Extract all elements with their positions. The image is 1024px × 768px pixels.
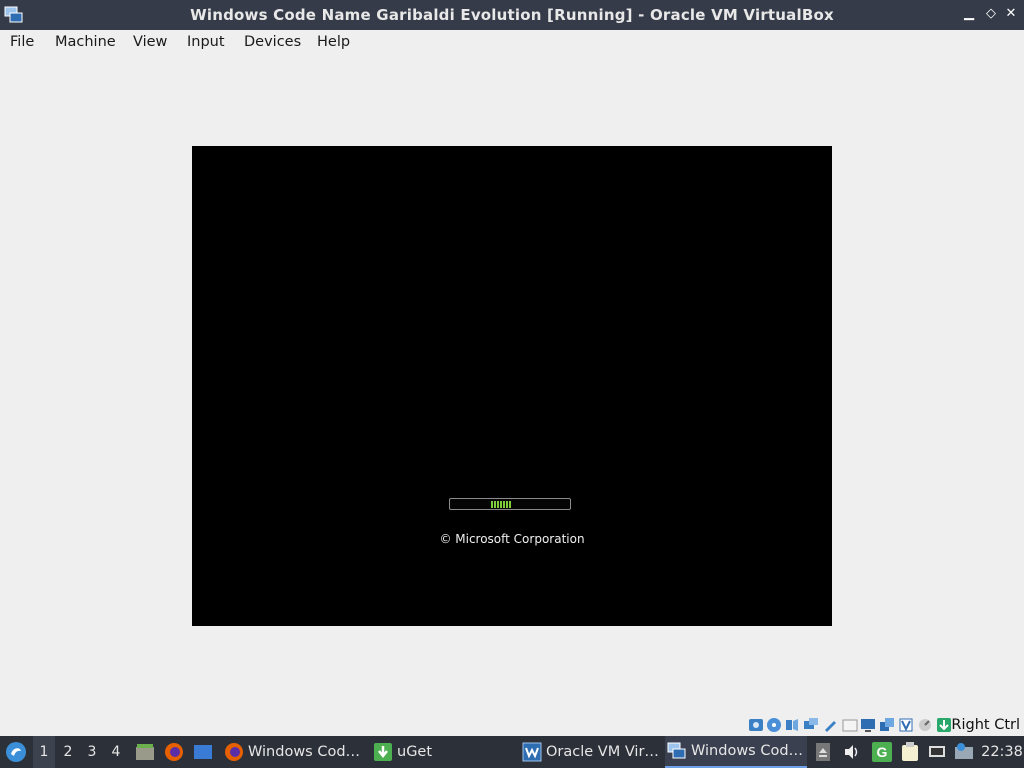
task-uget[interactable]: uGet [371,736,517,768]
progress-segment [491,501,493,508]
volume-button[interactable] [842,736,862,768]
task-label: uGet [397,744,433,760]
eject-button[interactable] [814,736,832,768]
host-key-label[interactable]: Right Ctrl [951,717,1020,733]
virtualbox-manager-icon [522,742,542,762]
menu-help[interactable]: Help [317,34,350,50]
progress-segment [503,501,505,508]
uget-tray-icon: G [872,742,892,762]
mouse-integration-icon[interactable] [936,717,952,733]
workspace-4[interactable]: 4 [105,736,127,768]
workspace-3[interactable]: 3 [81,736,103,768]
progress-segment [494,501,496,508]
window-titlebar[interactable]: Windows Code Name Garibaldi Evolution [R… [0,0,1024,30]
launcher-file-manager[interactable] [134,736,156,768]
task-firefox-window[interactable]: Windows Cod… [222,736,368,768]
vm-status-bar: Right Ctrl [0,714,1024,736]
restore-button[interactable]: ◇ [982,5,1000,23]
updates-icon [955,743,973,759]
launcher-firefox[interactable] [163,736,185,768]
progress-segment [509,501,511,508]
cpu-icon[interactable] [917,717,933,733]
hard-disk-icon[interactable] [748,717,764,733]
optical-drive-icon[interactable] [766,717,782,733]
workspace-1[interactable]: 1 [33,736,55,768]
vm-display[interactable]: © Microsoft Corporation [192,146,832,626]
recording-icon[interactable] [879,717,895,733]
updates-button[interactable] [953,736,975,768]
clipboard-icon [902,742,918,761]
audio-icon[interactable] [784,717,800,733]
workspace-2[interactable]: 2 [57,736,79,768]
close-button[interactable]: ✕ [1002,5,1020,23]
menu-input[interactable]: Input [187,34,225,50]
menu-view[interactable]: View [133,34,167,50]
network-tray-button[interactable] [927,736,947,768]
desktop-icon [194,745,212,759]
task-virtualbox-vm[interactable]: Windows Cod… [665,736,807,768]
network-tray-icon [929,746,945,757]
uget-icon [374,743,392,761]
svg-text:G: G [877,744,888,760]
task-label: Windows Cod… [691,743,804,759]
display-icon[interactable] [860,717,876,733]
shared-folders-icon[interactable] [842,717,858,733]
taskbar: 1 2 3 4 Windows Cod… uGet Oracle VM Vir…… [0,736,1024,768]
minimize-button[interactable]: ▁ [960,5,978,23]
launcher-show-desktop[interactable] [192,736,214,768]
menu-machine[interactable]: Machine [55,34,116,50]
menu-devices[interactable]: Devices [244,34,301,50]
usb-icon[interactable] [822,717,838,733]
task-label: Windows Cod… [248,744,361,760]
boot-copyright: © Microsoft Corporation [439,532,585,546]
progress-segment [500,501,502,508]
clock[interactable]: 22:38 [980,736,1024,768]
task-label: Oracle VM Vir… [546,744,659,760]
uget-tray-button[interactable]: G [870,736,894,768]
firefox-icon [225,743,243,761]
progress-segment [497,501,499,508]
eject-icon [816,743,830,761]
volume-icon [845,745,858,759]
menu-bar: File Machine View Input Devices Help [0,30,1024,56]
boot-progress-bar [449,498,571,510]
network-icon[interactable] [803,717,819,733]
virtualbox-vm-icon [667,742,686,759]
window-title: Windows Code Name Garibaldi Evolution [R… [190,6,834,24]
start-menu-icon [6,742,26,762]
file-manager-icon [136,744,154,760]
menu-file[interactable]: File [10,34,34,50]
firefox-icon [165,743,183,761]
clipboard-button[interactable] [899,736,921,768]
video-capture-icon[interactable] [898,717,914,733]
progress-segment [506,501,508,508]
start-menu-button[interactable] [2,736,30,768]
task-virtualbox-manager[interactable]: Oracle VM Vir… [520,736,662,768]
